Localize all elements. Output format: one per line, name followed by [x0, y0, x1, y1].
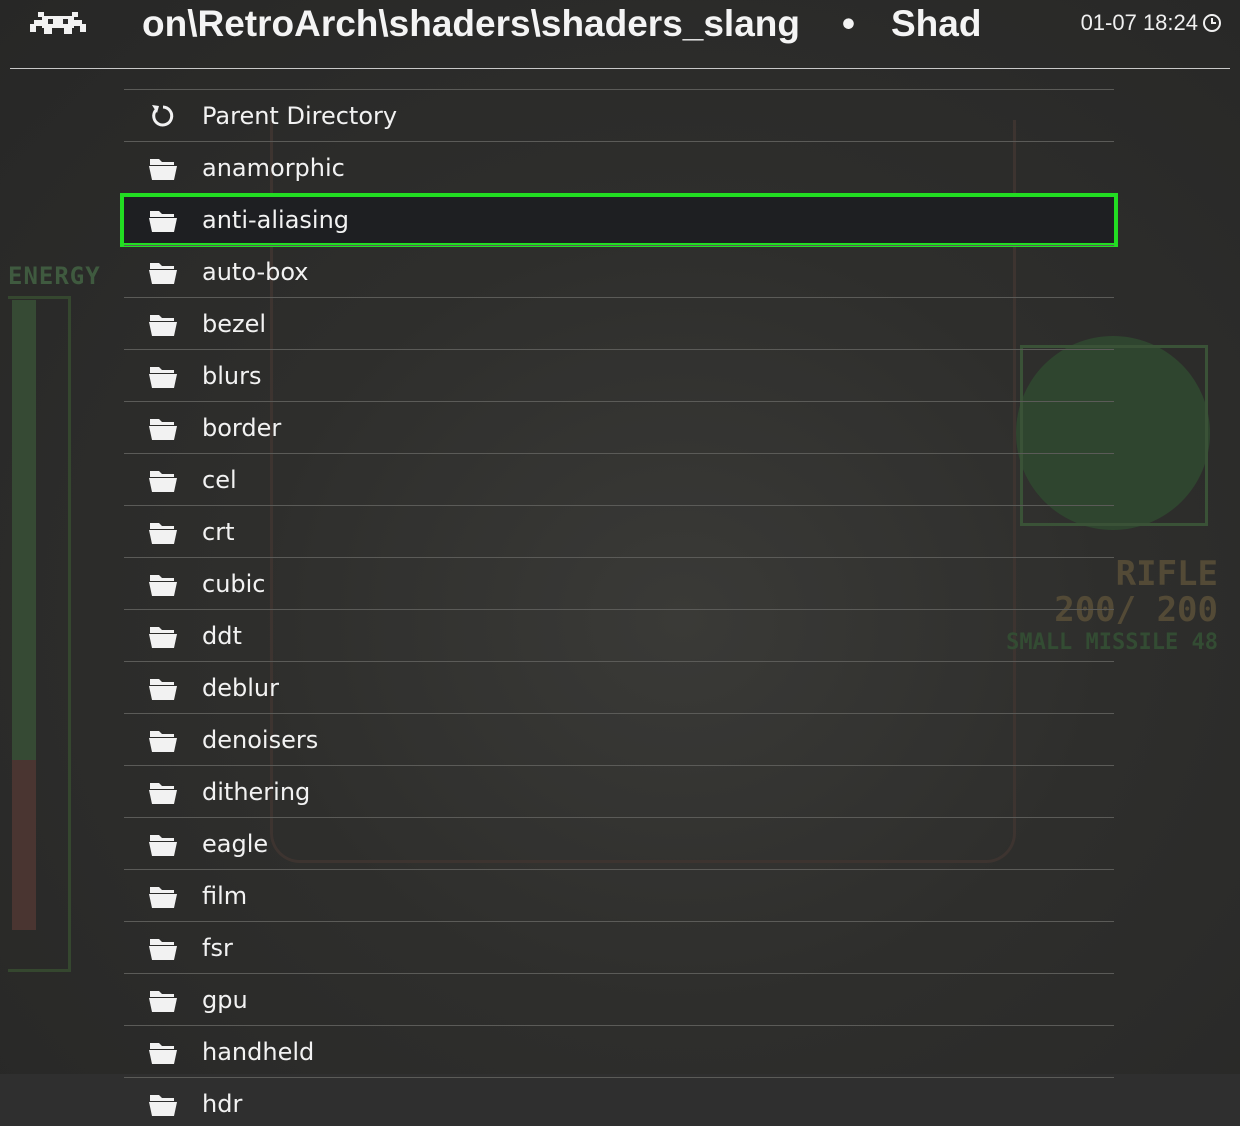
- folder-icon-glyph: [149, 523, 177, 544]
- folder-icon-glyph: [149, 471, 177, 492]
- folder-item[interactable]: border: [124, 401, 1114, 453]
- folder-item[interactable]: fsr: [124, 921, 1114, 973]
- folder-icon-glyph: [149, 1095, 177, 1116]
- folder-icon-glyph: [149, 939, 177, 960]
- title-section: Shad: [890, 3, 982, 44]
- folder-item[interactable]: crt: [124, 505, 1114, 557]
- folder-item[interactable]: denoisers: [124, 713, 1114, 765]
- folder-item[interactable]: film: [124, 869, 1114, 921]
- folder-item[interactable]: anti-aliasing: [120, 193, 1118, 247]
- energy-bar-frame: [8, 296, 71, 972]
- entry-label: Parent Directory: [202, 102, 398, 130]
- folder-icon-glyph: [149, 627, 177, 648]
- entry-label: anti-aliasing: [202, 206, 350, 234]
- folder-item[interactable]: ddt: [124, 609, 1114, 661]
- folder-icon: [148, 623, 178, 649]
- folder-item[interactable]: handheld: [124, 1025, 1114, 1077]
- refresh-icon-glyph: [152, 105, 174, 127]
- folder-icon: [148, 415, 178, 441]
- entry-label: handheld: [202, 1038, 315, 1066]
- entry-label: film: [202, 882, 248, 910]
- header: on\RetroArch\shaders\shaders_slang • Shad …: [0, 0, 1240, 69]
- folder-icon-glyph: [149, 575, 177, 596]
- folder-icon: [148, 363, 178, 389]
- entry-label: fsr: [202, 934, 233, 962]
- folder-icon: [148, 207, 178, 233]
- folder-icon: [148, 155, 178, 181]
- folder-item[interactable]: cubic: [124, 557, 1114, 609]
- title-path: on\RetroArch\shaders\shaders_slang: [142, 3, 800, 44]
- folder-icon-glyph: [149, 419, 177, 440]
- entry-label: crt: [202, 518, 235, 546]
- entry-label: gpu: [202, 986, 248, 1014]
- folder-item[interactable]: bezel: [124, 297, 1114, 349]
- energy-bar-low: [12, 760, 36, 930]
- folder-icon-glyph: [149, 835, 177, 856]
- folder-item[interactable]: eagle: [124, 817, 1114, 869]
- entry-label: hdr: [202, 1090, 243, 1118]
- folder-icon: [148, 1091, 178, 1117]
- entry-label: eagle: [202, 830, 269, 858]
- folder-item[interactable]: hdr: [124, 1077, 1114, 1126]
- folder-icon-glyph: [149, 367, 177, 388]
- folder-item[interactable]: auto-box: [124, 245, 1114, 297]
- folder-icon-glyph: [149, 783, 177, 804]
- clock-text: 01-07 18:24: [1080, 10, 1198, 35]
- clock: 01-07 18:24: [1081, 9, 1222, 37]
- entry-label: blurs: [202, 362, 262, 390]
- entry-label: denoisers: [202, 726, 319, 754]
- clock-icon: [1203, 14, 1221, 32]
- folder-icon: [148, 259, 178, 285]
- refresh-icon: [148, 103, 178, 129]
- file-list: Parent Directory anamorphic anti-aliasing a…: [120, 89, 1118, 1126]
- folder-icon: [148, 1039, 178, 1065]
- folder-icon-glyph: [149, 991, 177, 1012]
- entry-label: dithering: [202, 778, 311, 806]
- energy-label: ENERGY: [8, 262, 101, 290]
- folder-icon-glyph: [149, 263, 177, 284]
- entry-label: border: [202, 414, 282, 442]
- entry-label: auto-box: [202, 258, 309, 286]
- folder-icon: [148, 987, 178, 1013]
- header-divider: [10, 68, 1230, 69]
- folder-icon-glyph: [149, 1043, 177, 1064]
- entry-label: cel: [202, 466, 237, 494]
- retroarch-logo-icon: [30, 12, 86, 34]
- folder-item[interactable]: anamorphic: [124, 141, 1114, 193]
- folder-item[interactable]: dithering: [124, 765, 1114, 817]
- folder-icon: [148, 571, 178, 597]
- folder-icon: [148, 467, 178, 493]
- folder-icon-glyph: [149, 887, 177, 908]
- entry-label: anamorphic: [202, 154, 345, 182]
- folder-icon-glyph: [149, 731, 177, 752]
- page-title: on\RetroArch\shaders\shaders_slang • Shad: [142, 2, 1022, 46]
- folder-icon: [148, 519, 178, 545]
- entry-label: deblur: [202, 674, 279, 702]
- folder-icon-glyph: [149, 211, 177, 232]
- parent-directory-item[interactable]: Parent Directory: [124, 89, 1114, 141]
- folder-icon-glyph: [149, 315, 177, 336]
- title-separator: •: [842, 3, 855, 44]
- folder-item[interactable]: gpu: [124, 973, 1114, 1025]
- folder-icon-glyph: [149, 159, 177, 180]
- folder-icon: [148, 883, 178, 909]
- folder-item[interactable]: blurs: [124, 349, 1114, 401]
- folder-icon-glyph: [149, 679, 177, 700]
- folder-icon: [148, 935, 178, 961]
- retroarch-window: ENERGY RIFLE 200/ 200 SMALL MISSILE 48 o…: [0, 0, 1240, 1126]
- folder-icon: [148, 675, 178, 701]
- folder-icon: [148, 311, 178, 337]
- entry-label: cubic: [202, 570, 266, 598]
- entry-label: bezel: [202, 310, 267, 338]
- folder-item[interactable]: cel: [124, 453, 1114, 505]
- folder-icon: [148, 727, 178, 753]
- folder-icon: [148, 831, 178, 857]
- entry-label: ddt: [202, 622, 242, 650]
- folder-icon: [148, 779, 178, 805]
- energy-bar-fill: [12, 300, 36, 760]
- folder-item[interactable]: deblur: [124, 661, 1114, 713]
